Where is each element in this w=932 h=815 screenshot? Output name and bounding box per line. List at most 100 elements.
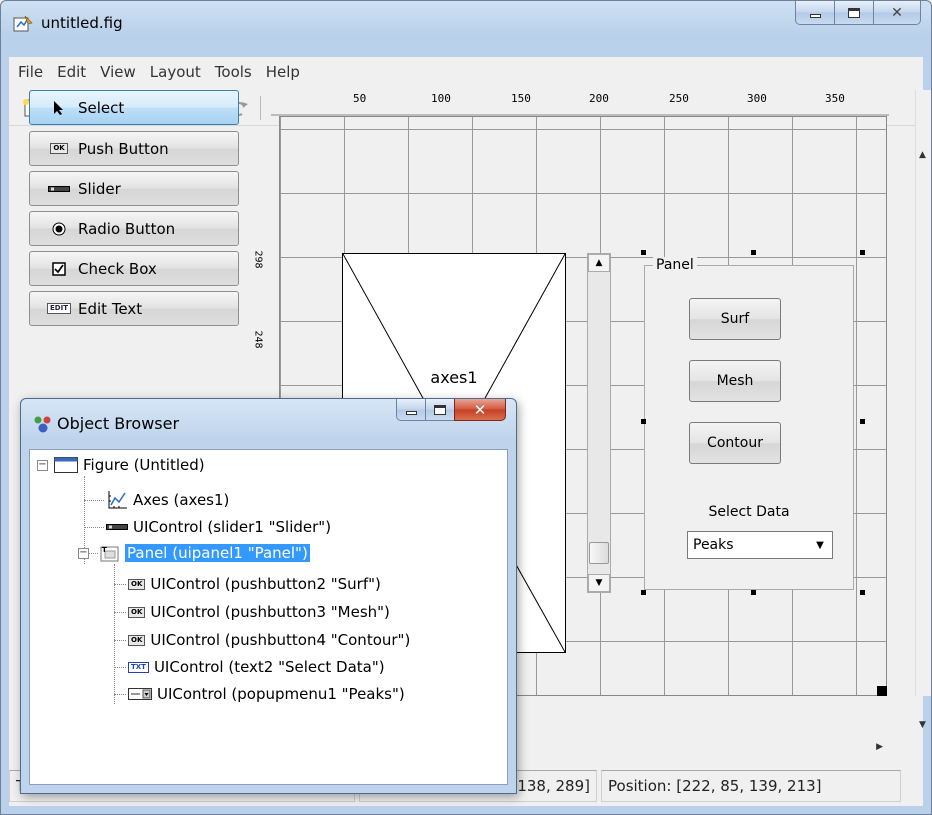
mesh-button[interactable]: Mesh [689,360,781,402]
slider-control[interactable]: ▲ ▼ [587,253,611,593]
maximize-icon [434,404,446,415]
surf-button[interactable]: Surf [689,298,781,340]
minimize-button[interactable] [795,1,835,25]
ruler-label: 250 [669,92,689,105]
push-button-icon: OK [128,606,146,618]
ruler-label: 150 [511,92,531,105]
panel-icon: T [100,544,120,562]
tree-node-label: Axes (axes1) [133,491,230,509]
scroll-down-icon[interactable]: ▼ [919,720,926,730]
select-data-label: Select Data [708,504,790,520]
palette-slider[interactable]: Slider [29,171,239,206]
push-button-icon: OK [128,634,146,646]
menu-file[interactable]: File [11,63,50,81]
slider-icon [46,185,72,193]
status-position: Position: [222, 85, 139, 213] [601,770,901,802]
tree-node-label: UIControl (pushbutton3 "Mesh") [150,603,390,621]
tree-node-label: UIControl (slider1 "Slider") [133,518,332,536]
menu-edit[interactable]: Edit [50,63,93,81]
menu-tools[interactable]: Tools [208,63,259,81]
palette-edit-text[interactable]: EDIT Edit Text [29,291,239,326]
ruler-label: 300 [747,92,767,105]
tree-node-label: UIControl (popupmenu1 "Peaks") [157,685,405,703]
selection-handle[interactable] [641,419,646,424]
palette-item-label: Check Box [78,259,157,278]
ob-close-button[interactable]: ✕ [454,399,506,421]
maximize-button[interactable] [834,1,874,25]
selection-handle[interactable] [860,419,865,424]
chevron-down-icon: ▼ [816,539,824,551]
palette-item-label: Select [78,98,125,117]
tree-node-pushbutton-surf[interactable]: OK UIControl (pushbutton2 "Surf") [128,573,381,595]
tree-node-label: Panel (uipanel1 "Panel") [125,544,310,562]
tree-node-slider[interactable]: UIControl (slider1 "Slider") [106,516,331,538]
tree-node-axes[interactable]: Axes (axes1) [106,489,229,511]
svg-text:T: T [102,546,107,554]
figure-resize-handle[interactable] [877,686,887,696]
object-browser-icon [34,416,51,433]
ob-minimize-button[interactable] [396,399,426,421]
object-browser-window: Object Browser ✕ − Figure (Untitled) Axe… [20,398,517,794]
object-browser-title: Object Browser [57,414,180,433]
ob-maximize-button[interactable] [425,399,455,421]
static-text-icon: TXT [128,661,149,673]
ruler-label: 248 [252,330,264,349]
tree-node-pushbutton-contour[interactable]: OK UIControl (pushbutton4 "Contour") [128,629,410,651]
arrow-icon [46,100,72,116]
minimize-icon [809,13,821,18]
data-popup-menu[interactable]: Peaks ▼ [687,531,833,559]
contour-button[interactable]: Contour [689,422,781,464]
menu-help[interactable]: Help [259,63,307,81]
palette-check-box[interactable]: Check Box [29,251,239,286]
close-button[interactable]: ✕ [873,1,921,25]
fig-file-icon [13,15,33,32]
palette-item-label: Slider [78,179,121,198]
selection-handle[interactable] [641,250,646,255]
ruler-label: 100 [431,92,451,105]
tree-node-text[interactable]: TXT UIControl (text2 "Select Data") [128,656,385,678]
selection-handle[interactable] [860,590,865,595]
figure-window-icon [54,457,78,473]
palette-select[interactable]: Select [29,90,239,125]
tree-node-figure[interactable]: Figure (Untitled) [54,454,205,476]
ruler-label: 298 [252,250,264,269]
scroll-right-icon[interactable]: ▶ [876,742,883,752]
selection-handle[interactable] [751,590,756,595]
tree-node-popupmenu[interactable]: UIControl (popupmenu1 "Peaks") [128,683,405,705]
slider-up-arrow-icon[interactable]: ▲ [588,254,610,272]
scroll-up-icon[interactable]: ▲ [919,150,926,160]
tree-node-label: Figure (Untitled) [83,456,205,474]
tree-node-label: UIControl (pushbutton2 "Surf") [150,575,381,593]
selection-handle[interactable] [751,250,756,255]
window-title: untitled.fig [41,14,123,32]
collapse-icon[interactable]: − [78,548,89,559]
object-tree[interactable]: − Figure (Untitled) Axes (axes1) UIContr… [29,449,508,785]
palette-radio-button[interactable]: Radio Button [29,211,239,246]
tree-node-label: UIControl (text2 "Select Data") [153,658,385,676]
close-icon: ✕ [891,4,903,21]
tree-node-panel[interactable]: T Panel (uipanel1 "Panel") [100,542,310,564]
panel-title: Panel [653,257,697,273]
push-button-icon: OK [128,578,146,590]
ruler-label: 50 [353,92,367,105]
popup-menu-icon [128,688,152,700]
panel-container[interactable]: Panel Surf Mesh Contour Select Data Peak… [644,257,854,590]
collapse-icon[interactable]: − [37,460,48,471]
axes-icon [106,490,128,510]
slider-down-arrow-icon[interactable]: ▼ [588,574,610,592]
edit-text-icon: EDIT [46,303,72,314]
menu-layout[interactable]: Layout [143,63,208,81]
vertical-scrollbar[interactable]: ▲ ▼ [915,90,931,730]
ruler-top-labels: 50 100 150 200 250 300 350 [271,90,889,116]
title-bar: untitled.fig ✕ [1,1,931,45]
menu-view[interactable]: View [93,63,143,81]
selection-handle[interactable] [641,590,646,595]
tree-node-pushbutton-mesh[interactable]: OK UIControl (pushbutton3 "Mesh") [128,601,390,623]
push-button-icon: OK [46,143,72,154]
menu-bar: File Edit View Layout Tools Help [9,57,923,87]
tree-node-label: UIControl (pushbutton4 "Contour") [150,631,411,649]
axes-label: axes1 [430,368,478,387]
selection-handle[interactable] [860,250,865,255]
slider-thumb[interactable] [589,542,609,564]
palette-push-button[interactable]: OK Push Button [29,131,239,166]
